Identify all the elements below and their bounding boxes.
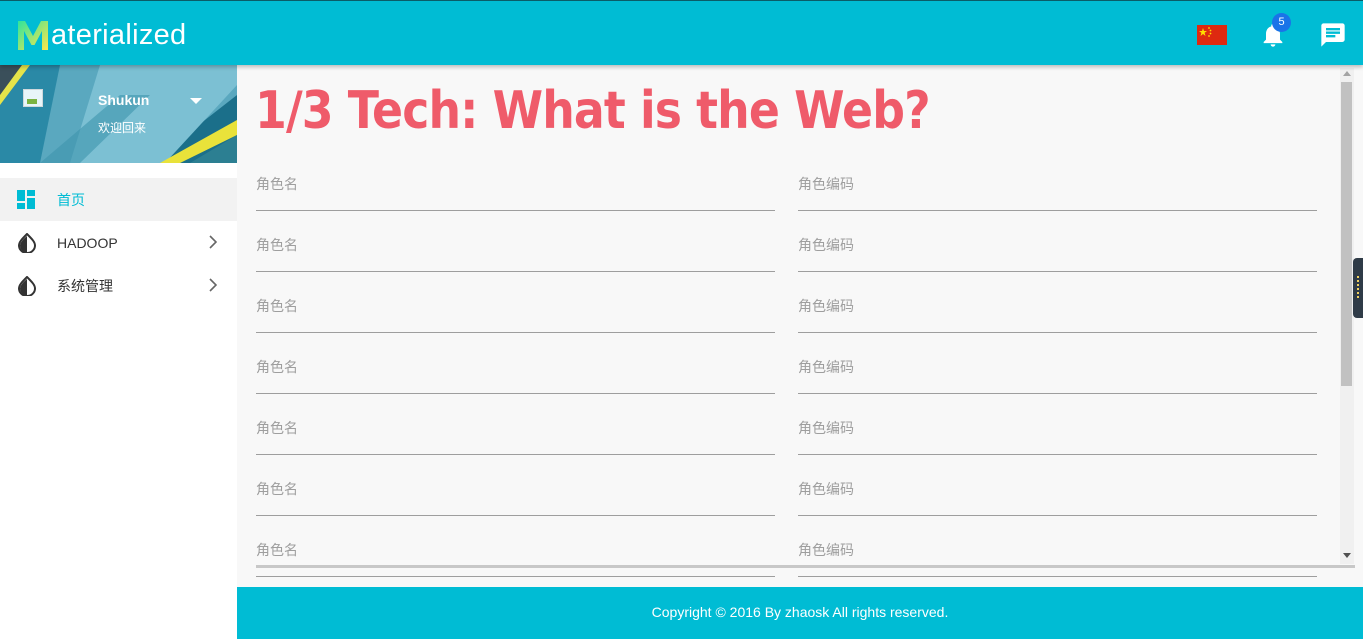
side-panel-handle[interactable] <box>1353 258 1363 318</box>
role-name-field[interactable]: 角色名 <box>256 536 775 577</box>
dashboard-icon <box>17 189 35 209</box>
top-navbar: aterialized 5 <box>0 0 1363 65</box>
sidebar: Shukun 欢迎回来 首页 HADOOP 系统管理 <box>0 65 237 639</box>
notification-badge: 5 <box>1272 13 1291 32</box>
user-welcome-text: 欢迎回来 <box>98 121 147 135</box>
vertical-scrollbar[interactable] <box>1340 68 1354 564</box>
profile-background <box>0 65 237 163</box>
role-code-label: 角色编码 <box>798 298 854 314</box>
app-logo[interactable]: aterialized <box>16 15 187 51</box>
role-code-field[interactable]: 角色编码 <box>798 475 1317 516</box>
role-code-label: 角色编码 <box>798 176 854 192</box>
footer: Copyright © 2016 By zhaosk All rights re… <box>237 587 1363 639</box>
user-profile-panel: Shukun 欢迎回来 <box>0 65 237 163</box>
role-name-label: 角色名 <box>256 176 298 192</box>
role-code-field[interactable]: 角色编码 <box>798 414 1317 455</box>
scroll-down-arrow-icon[interactable] <box>1343 553 1351 558</box>
role-code-label: 角色编码 <box>798 481 854 497</box>
role-code-field[interactable]: 角色编码 <box>798 353 1317 394</box>
role-code-label: 角色编码 <box>798 420 854 436</box>
chevron-right-icon <box>209 235 217 249</box>
role-form: 角色名 角色编码 角色名 角色编码 角色名 角色编码 角色名 角色编码 角色名 … <box>256 170 1317 587</box>
sidebar-item-hadoop[interactable]: HADOOP <box>0 221 237 264</box>
drop-icon <box>17 232 37 253</box>
chat-icon[interactable] <box>1319 21 1347 49</box>
sidebar-item-label: 首页 <box>57 191 85 208</box>
page-title: 1/3 Tech: What is the Web? <box>255 81 931 141</box>
role-name-field[interactable]: 角色名 <box>256 475 775 516</box>
form-row: 角色名 角色编码 <box>256 536 1317 587</box>
form-row: 角色名 角色编码 <box>256 292 1317 353</box>
role-code-field[interactable]: 角色编码 <box>798 170 1317 211</box>
sidebar-item-home[interactable]: 首页 <box>0 178 237 221</box>
user-name[interactable]: Shukun <box>98 92 149 108</box>
china-flag-icon[interactable] <box>1197 25 1227 45</box>
role-name-field[interactable]: 角色名 <box>256 231 775 272</box>
role-name-label: 角色名 <box>256 542 298 558</box>
copyright-text: Copyright © 2016 By zhaosk All rights re… <box>651 604 949 620</box>
logo-m-icon <box>18 21 48 50</box>
app-name: aterialized <box>51 19 187 51</box>
chevron-right-icon <box>209 278 217 292</box>
form-row: 角色名 角色编码 <box>256 414 1317 475</box>
role-code-label: 角色编码 <box>798 237 854 253</box>
form-row: 角色名 角色编码 <box>256 353 1317 414</box>
role-name-label: 角色名 <box>256 237 298 253</box>
role-name-field[interactable]: 角色名 <box>256 353 775 394</box>
main-content: 1/3 Tech: What is the Web? 角色名 角色编码 角色名 … <box>237 65 1363 587</box>
role-code-field[interactable]: 角色编码 <box>798 231 1317 272</box>
sidebar-item-label: 系统管理 <box>57 277 113 294</box>
role-code-label: 角色编码 <box>798 542 854 558</box>
sidebar-item-system-management[interactable]: 系统管理 <box>0 264 237 307</box>
drop-icon <box>17 275 37 296</box>
role-name-field[interactable]: 角色名 <box>256 170 775 211</box>
avatar[interactable] <box>23 89 43 107</box>
role-name-label: 角色名 <box>256 420 298 436</box>
scroll-up-arrow-icon[interactable] <box>1343 71 1351 76</box>
role-name-label: 角色名 <box>256 359 298 375</box>
form-row: 角色名 角色编码 <box>256 170 1317 231</box>
scrollbar-thumb[interactable] <box>1341 82 1352 386</box>
user-dropdown-caret-icon[interactable] <box>190 98 202 104</box>
sidebar-nav: 首页 HADOOP 系统管理 <box>0 178 237 307</box>
horizontal-scrollbar[interactable] <box>256 565 1355 568</box>
role-name-label: 角色名 <box>256 481 298 497</box>
role-name-label: 角色名 <box>256 298 298 314</box>
role-code-label: 角色编码 <box>798 359 854 375</box>
role-name-field[interactable]: 角色名 <box>256 292 775 333</box>
role-name-field[interactable]: 角色名 <box>256 414 775 455</box>
sidebar-item-label: HADOOP <box>57 234 118 251</box>
role-code-field[interactable]: 角色编码 <box>798 536 1317 577</box>
form-row: 角色名 角色编码 <box>256 475 1317 536</box>
role-code-field[interactable]: 角色编码 <box>798 292 1317 333</box>
form-row: 角色名 角色编码 <box>256 231 1317 292</box>
